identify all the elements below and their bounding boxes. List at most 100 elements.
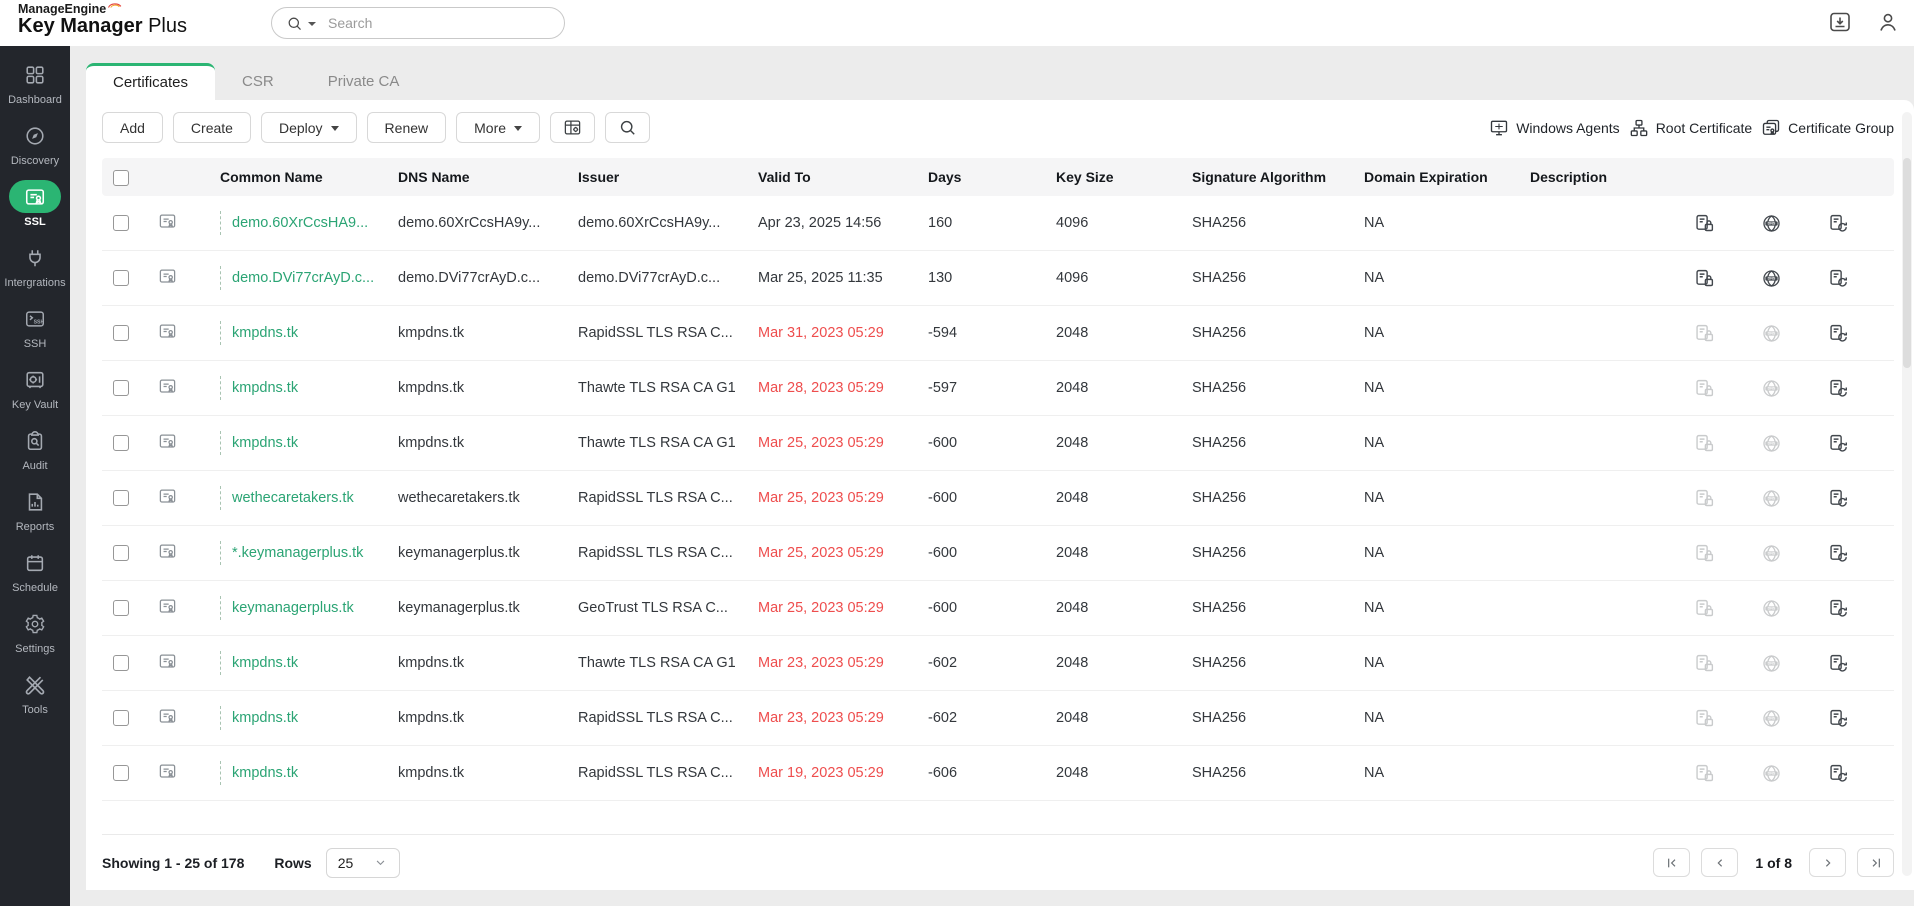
common-name-link[interactable]: keymanagerplus.tk: [232, 600, 354, 616]
row-checkbox[interactable]: [113, 710, 129, 727]
more-button[interactable]: More: [456, 112, 541, 143]
dns-globe-icon[interactable]: DNS: [1761, 378, 1782, 399]
agent-download-icon[interactable]: [1828, 10, 1852, 34]
row-checkbox[interactable]: [113, 215, 129, 232]
sidebar-item-key-vault[interactable]: Key Vault: [0, 363, 70, 411]
sidebar-item-discovery[interactable]: Discovery: [0, 119, 70, 167]
rows-per-page-select[interactable]: 25: [325, 847, 400, 878]
header-common-name[interactable]: Common Name: [220, 169, 398, 185]
common-name-link[interactable]: kmpdns.tk: [232, 325, 298, 341]
deploy-certificate-icon[interactable]: [1694, 268, 1715, 289]
dns-globe-icon[interactable]: DNS: [1761, 653, 1782, 674]
renew-certificate-icon[interactable]: [1828, 268, 1849, 289]
deploy-certificate-icon[interactable]: [1694, 763, 1715, 784]
row-checkbox[interactable]: [113, 270, 129, 287]
sidebar-item-settings[interactable]: Settings: [0, 607, 70, 655]
row-checkbox[interactable]: [113, 435, 129, 452]
dns-globe-icon[interactable]: DNS: [1761, 543, 1782, 564]
row-checkbox[interactable]: [113, 765, 129, 782]
common-name-link[interactable]: demo.DVi77crAyD.c...: [232, 270, 374, 286]
deploy-certificate-icon[interactable]: [1694, 323, 1715, 344]
add-button[interactable]: Add: [102, 112, 163, 143]
renew-certificate-icon[interactable]: [1828, 323, 1849, 344]
deploy-certificate-icon[interactable]: [1694, 598, 1715, 619]
deploy-button[interactable]: Deploy: [260, 112, 357, 143]
header-key-size[interactable]: Key Size: [1056, 169, 1192, 185]
dns-globe-icon[interactable]: DNS: [1761, 433, 1782, 454]
deploy-certificate-icon[interactable]: [1694, 543, 1715, 564]
header-valid-to[interactable]: Valid To: [758, 169, 928, 185]
select-all-checkbox[interactable]: [113, 169, 129, 186]
deploy-certificate-icon[interactable]: [1694, 488, 1715, 509]
sidebar-item-dashboard[interactable]: Dashboard: [0, 58, 70, 106]
renew-certificate-icon[interactable]: [1828, 708, 1849, 729]
deploy-certificate-icon[interactable]: [1694, 213, 1715, 234]
next-page-button[interactable]: [1809, 848, 1846, 877]
deploy-certificate-icon[interactable]: [1694, 433, 1715, 454]
sidebar-item-ssl[interactable]: SSL: [0, 180, 70, 228]
row-checkbox[interactable]: [113, 380, 129, 397]
dns-globe-icon[interactable]: DNS: [1761, 213, 1782, 234]
common-name-link[interactable]: kmpdns.tk: [232, 655, 298, 671]
sidebar-item-schedule[interactable]: Schedule: [0, 546, 70, 594]
column-settings-button[interactable]: [550, 112, 596, 143]
last-page-button[interactable]: [1857, 848, 1894, 877]
common-name-link[interactable]: kmpdns.tk: [232, 765, 298, 781]
sidebar-item-reports[interactable]: Reports: [0, 485, 70, 533]
renew-certificate-icon[interactable]: [1828, 213, 1849, 234]
user-account-icon[interactable]: [1876, 10, 1900, 34]
sidebar-item-ssh[interactable]: SSH SSH: [0, 302, 70, 350]
header-domain-expiration[interactable]: Domain Expiration: [1364, 169, 1530, 185]
header-days[interactable]: Days: [928, 169, 1056, 185]
dns-globe-icon[interactable]: DNS: [1761, 488, 1782, 509]
header-issuer[interactable]: Issuer: [578, 169, 758, 185]
sidebar-item-tools[interactable]: Tools: [0, 668, 70, 716]
certificate-group-link[interactable]: Certificate Group: [1761, 118, 1894, 138]
tab-private-ca[interactable]: Private CA: [301, 63, 427, 100]
dns-globe-icon[interactable]: DNS: [1761, 708, 1782, 729]
renew-certificate-icon[interactable]: [1828, 763, 1849, 784]
search-input[interactable]: [326, 14, 550, 32]
dns-globe-icon[interactable]: DNS: [1761, 323, 1782, 344]
sidebar-item-integrations[interactable]: Intergrations: [0, 241, 70, 289]
deploy-certificate-icon[interactable]: [1694, 378, 1715, 399]
scrollbar-thumb[interactable]: [1903, 158, 1911, 368]
vertical-scrollbar[interactable]: [1902, 112, 1912, 876]
renew-button[interactable]: Renew: [366, 112, 447, 143]
header-dns-name[interactable]: DNS Name: [398, 169, 578, 185]
deploy-certificate-icon[interactable]: [1694, 653, 1715, 674]
common-name-link[interactable]: wethecaretakers.tk: [232, 490, 354, 506]
row-checkbox[interactable]: [113, 545, 129, 562]
row-checkbox[interactable]: [113, 490, 129, 507]
renew-certificate-icon[interactable]: [1828, 598, 1849, 619]
common-name-link[interactable]: demo.60XrCcsHA9...: [232, 215, 368, 231]
row-checkbox[interactable]: [113, 600, 129, 617]
sidebar-item-audit[interactable]: Audit: [0, 424, 70, 472]
dns-globe-icon[interactable]: DNS: [1761, 598, 1782, 619]
dns-globe-icon[interactable]: DNS: [1761, 268, 1782, 289]
header-signature-algorithm[interactable]: Signature Algorithm: [1192, 169, 1364, 185]
renew-certificate-icon[interactable]: [1828, 378, 1849, 399]
renew-certificate-icon[interactable]: [1828, 433, 1849, 454]
dns-globe-icon[interactable]: DNS: [1761, 763, 1782, 784]
renew-certificate-icon[interactable]: [1828, 488, 1849, 509]
first-page-button[interactable]: [1653, 848, 1691, 877]
tab-csr[interactable]: CSR: [215, 63, 301, 100]
common-name-link[interactable]: kmpdns.tk: [232, 435, 298, 451]
tab-certificates[interactable]: Certificates: [86, 63, 216, 100]
common-name-link[interactable]: kmpdns.tk: [232, 380, 298, 396]
row-checkbox[interactable]: [113, 325, 129, 342]
common-name-link[interactable]: kmpdns.tk: [232, 710, 298, 726]
root-certificate-link[interactable]: Root Certificate: [1629, 118, 1752, 138]
common-name-link[interactable]: *.keymanagerplus.tk: [232, 545, 363, 561]
search-scope-caret-icon[interactable]: [308, 22, 316, 26]
deploy-certificate-icon[interactable]: [1694, 708, 1715, 729]
row-checkbox[interactable]: [113, 655, 129, 672]
global-search[interactable]: [271, 7, 565, 39]
create-button[interactable]: Create: [172, 112, 251, 143]
renew-certificate-icon[interactable]: [1828, 543, 1849, 564]
windows-agents-link[interactable]: Windows Agents: [1489, 118, 1620, 138]
table-search-button[interactable]: [605, 112, 651, 143]
renew-certificate-icon[interactable]: [1828, 653, 1849, 674]
header-description[interactable]: Description: [1530, 169, 1680, 185]
